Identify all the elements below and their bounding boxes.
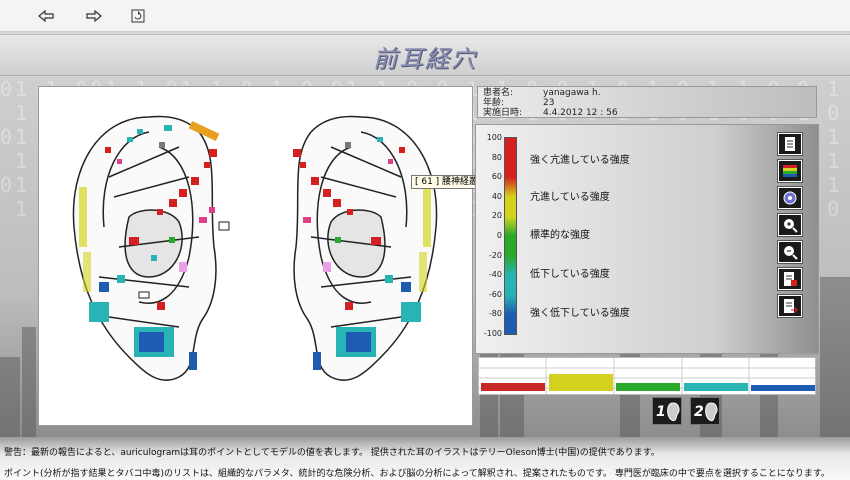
zoom-out-button[interactable] bbox=[778, 241, 802, 263]
warning-text-2: ポイント(分析が指す結果とタバコ中毒)のリストは、組織的なパラメタ、統計的な危険… bbox=[4, 469, 830, 479]
intensity-bar bbox=[548, 374, 613, 391]
intensity-bars bbox=[478, 357, 816, 395]
back-button[interactable] bbox=[36, 7, 56, 25]
arrow-right-icon bbox=[86, 10, 102, 22]
intensity-bar bbox=[751, 385, 816, 391]
patient-name: yanagawa h. bbox=[543, 88, 601, 98]
palette-icon bbox=[783, 165, 797, 177]
report-arrow-icon bbox=[784, 299, 798, 314]
scale-tick-label: 60 bbox=[491, 172, 502, 182]
legend-normal: 標準的な強度 bbox=[530, 230, 590, 241]
date-label: 実施日時: bbox=[483, 108, 523, 118]
zoom-in-icon bbox=[784, 219, 798, 233]
color-scale bbox=[504, 137, 517, 335]
refresh-button[interactable] bbox=[128, 7, 148, 25]
scale-tick-label: -100 bbox=[483, 329, 502, 338]
ear-chart-panel bbox=[38, 86, 473, 426]
forward-button[interactable] bbox=[84, 7, 104, 25]
report-icon bbox=[784, 272, 797, 286]
ear-icon bbox=[667, 402, 680, 422]
intensity-bar bbox=[616, 383, 681, 391]
ear-1-button[interactable]: 1 bbox=[652, 397, 682, 425]
scale-tick-label: -80 bbox=[488, 309, 502, 319]
warning-text-1: 警告：最新の報告によると、auriculogramは耳のポイントとしてモデルの値… bbox=[4, 448, 660, 458]
scale-tick-label: -20 bbox=[488, 250, 502, 260]
legend-panel: 100 80 60 40 20 0 -20 -40 -60 -80 -100 強く亢進している強度 … bbox=[475, 124, 819, 354]
palette-button[interactable] bbox=[778, 160, 802, 182]
arrow-left-icon bbox=[38, 10, 54, 22]
patient-info: 患者名: yanagawa h. 年齢: 23 実施日時: 4.4.2012 12 :… bbox=[477, 86, 817, 118]
intensity-bar bbox=[683, 383, 748, 391]
legend-high: 亢進している強度 bbox=[530, 192, 610, 203]
intensity-bar bbox=[481, 383, 545, 391]
scale-tick-label: -60 bbox=[488, 289, 502, 299]
page-title: 前耳経穴 bbox=[373, 45, 477, 73]
scale-tick-label: -40 bbox=[488, 270, 502, 280]
point-tooltip: [ 61 ] 腰神経叢 bbox=[411, 175, 483, 189]
legend-strong-low: 強く低下している強度 bbox=[530, 308, 630, 319]
age-label: 年齢: bbox=[483, 98, 505, 108]
exam-date: 4.4.2012 12 : 56 bbox=[543, 108, 618, 118]
scale-tick-label: 20 bbox=[491, 211, 502, 221]
name-label: 患者名: bbox=[483, 88, 514, 98]
legend-low: 低下している強度 bbox=[530, 269, 610, 280]
document-button[interactable] bbox=[778, 133, 802, 155]
document-icon bbox=[785, 137, 795, 151]
ear-diagram[interactable] bbox=[39, 87, 474, 427]
legend-strong-high: 強く亢進している強度 bbox=[530, 155, 630, 166]
zoom-in-button[interactable] bbox=[778, 214, 802, 236]
title-bar: 前耳経穴 bbox=[0, 34, 850, 76]
zoom-out-icon bbox=[784, 246, 798, 260]
scale-tick-label: 100 bbox=[486, 133, 502, 142]
ear-2-button[interactable]: 2 bbox=[690, 397, 720, 425]
patient-age: 23 bbox=[543, 98, 555, 108]
scale-tick-label: 40 bbox=[491, 191, 502, 201]
toolbar bbox=[0, 0, 850, 32]
target-button[interactable] bbox=[778, 187, 802, 209]
scale-tick-label: 0 bbox=[496, 231, 502, 240]
target-icon bbox=[783, 191, 797, 205]
report-arrow-button[interactable] bbox=[778, 295, 802, 317]
ear-icon bbox=[705, 402, 718, 422]
scale-tick-label: 80 bbox=[491, 152, 502, 162]
report-button[interactable] bbox=[778, 268, 802, 290]
refresh-icon bbox=[131, 9, 145, 23]
